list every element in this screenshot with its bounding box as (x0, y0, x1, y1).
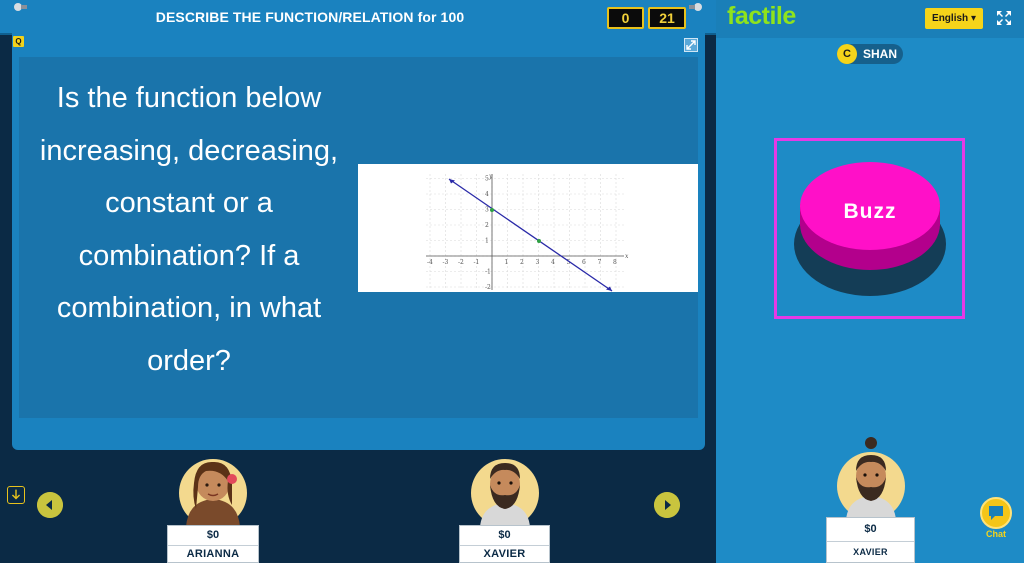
function-graph-image: -4 -3 -2 -1 1 2 3 4 5 6 7 8 5 4 3 2 1 -1 -2 x y (358, 164, 698, 292)
chat-button[interactable] (980, 497, 1012, 529)
language-select[interactable]: English ▾ (925, 8, 983, 29)
chevron-down-icon: ▾ (970, 13, 976, 24)
side-header: factile English ▾ (716, 0, 1024, 38)
player-avatar-arianna (179, 459, 247, 527)
x-tick-label: 2 (520, 259, 524, 266)
language-label: English (932, 13, 969, 24)
graph-point (490, 208, 494, 212)
y-tick-label: 2 (485, 222, 489, 229)
buzz-label: Buzz (844, 200, 897, 223)
y-tick-label: 3 (485, 207, 489, 214)
chat-bubble-icon (989, 506, 1003, 520)
x-tick-label: 1 (505, 259, 509, 266)
next-player-button[interactable] (654, 492, 680, 518)
light-bulb-icon (689, 3, 702, 11)
y-axis-label: y (488, 173, 493, 180)
player-money: $0 (206, 529, 220, 541)
x-tick-label: 8 (613, 259, 617, 266)
previous-player-button[interactable] (37, 492, 63, 518)
question-header: DESCRIBE THE FUNCTION/RELATION for 100 0… (0, 0, 716, 35)
x-tick-label: -2 (458, 259, 464, 266)
player-name: ARIANNA (186, 548, 240, 560)
player-money: $0 (864, 523, 877, 535)
y-tick-label: -2 (485, 284, 491, 291)
team-letter-badge: C (837, 44, 857, 64)
player-avatar-xavier (471, 459, 539, 527)
factile-logo: factile (727, 2, 796, 30)
expand-icon[interactable] (684, 38, 698, 52)
question-text: Is the function below increasing, decrea… (39, 82, 339, 377)
question-category-title: DESCRIBE THE FUNCTION/RELATION for 100 (155, 9, 465, 25)
player-money: $0 (498, 529, 511, 541)
team-name: SHAN (863, 47, 898, 61)
x-tick-label: 6 (582, 259, 586, 266)
x-tick-label: -1 (474, 259, 480, 266)
buzzer-panel: factile English ▾ C SHAN Buzz $0 XAVIER (716, 0, 1024, 563)
x-tick-label: 7 (598, 259, 602, 266)
x-tick-label: 3 (536, 259, 540, 266)
y-tick-label: -1 (485, 269, 491, 276)
fullscreen-icon[interactable] (996, 10, 1012, 26)
y-tick-label: 1 (485, 238, 489, 245)
scroll-down-icon[interactable] (7, 486, 25, 504)
y-tick-label: 4 (485, 191, 489, 198)
function-line (448, 178, 613, 292)
question-badge: Q (13, 36, 24, 47)
player-card-xavier: $0 XAVIER (459, 525, 550, 563)
x-tick-label: -3 (443, 259, 449, 266)
x-tick-label: 4 (551, 259, 555, 266)
score-counter-right: 21 (648, 7, 686, 29)
graph-point (537, 239, 541, 243)
game-area: DESCRIBE THE FUNCTION/RELATION for 100 0… (0, 0, 716, 563)
my-player-card: $0 XAVIER (826, 517, 915, 563)
player-card-arianna: $0 ARIANNA (167, 525, 259, 563)
x-axis-label: x (625, 253, 629, 260)
player-name: XAVIER (483, 548, 526, 560)
score-counter-left: 0 (607, 7, 644, 29)
x-tick-label: -4 (427, 259, 433, 266)
buzz-button[interactable]: Buzz (792, 162, 948, 298)
player-name: XAVIER (853, 547, 888, 557)
chat-label: Chat (986, 529, 1006, 539)
function-graph: -4 -3 -2 -1 1 2 3 4 5 6 7 8 54321-1-2 x y (426, 173, 629, 292)
my-avatar-xavier (837, 437, 905, 520)
